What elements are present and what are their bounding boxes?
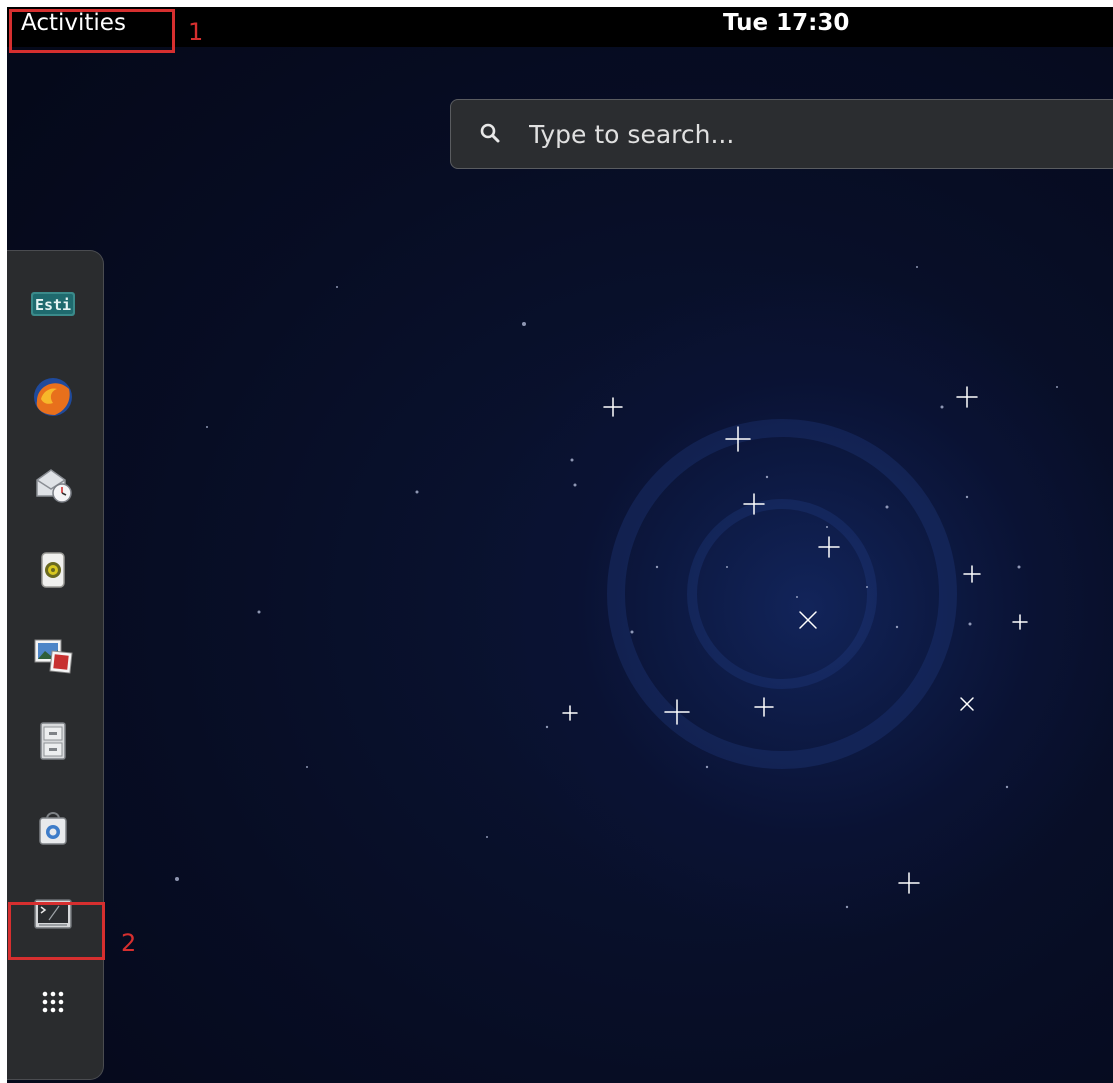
photos-icon	[34, 639, 73, 674]
firefox-icon	[34, 378, 72, 416]
search-bar[interactable]	[450, 99, 1113, 169]
callout-number-1: 1	[188, 18, 204, 46]
dash-item-evolution[interactable]	[25, 456, 81, 512]
search-icon	[480, 123, 500, 143]
show-applications-button[interactable]	[25, 974, 81, 1030]
highlight-box-activities	[9, 9, 175, 53]
dash-item-software[interactable]	[25, 799, 81, 855]
mail-clock-icon	[36, 469, 72, 503]
app-grid-icon	[42, 991, 64, 1013]
callout-number-2: 2	[121, 929, 137, 957]
esti-badge-icon: Esti	[31, 292, 75, 316]
svg-text:Esti: Esti	[35, 296, 71, 314]
speaker-icon	[41, 552, 65, 588]
highlight-box-terminal	[8, 902, 105, 960]
dash-item-files[interactable]	[25, 713, 81, 769]
dash-item-image-viewer[interactable]	[25, 628, 81, 684]
clock[interactable]: Tue 17:30	[723, 10, 849, 36]
dash-item-rhythmbox[interactable]	[25, 542, 81, 598]
search-input[interactable]	[529, 118, 1089, 150]
desktop-overview: Activities Tue 17:30 1 Esti	[7, 7, 1113, 1083]
file-cabinet-icon	[40, 722, 66, 760]
dash-item-esti[interactable]: Esti	[25, 276, 81, 332]
shopping-bag-icon	[39, 812, 67, 845]
dash-item-firefox[interactable]	[25, 369, 81, 425]
